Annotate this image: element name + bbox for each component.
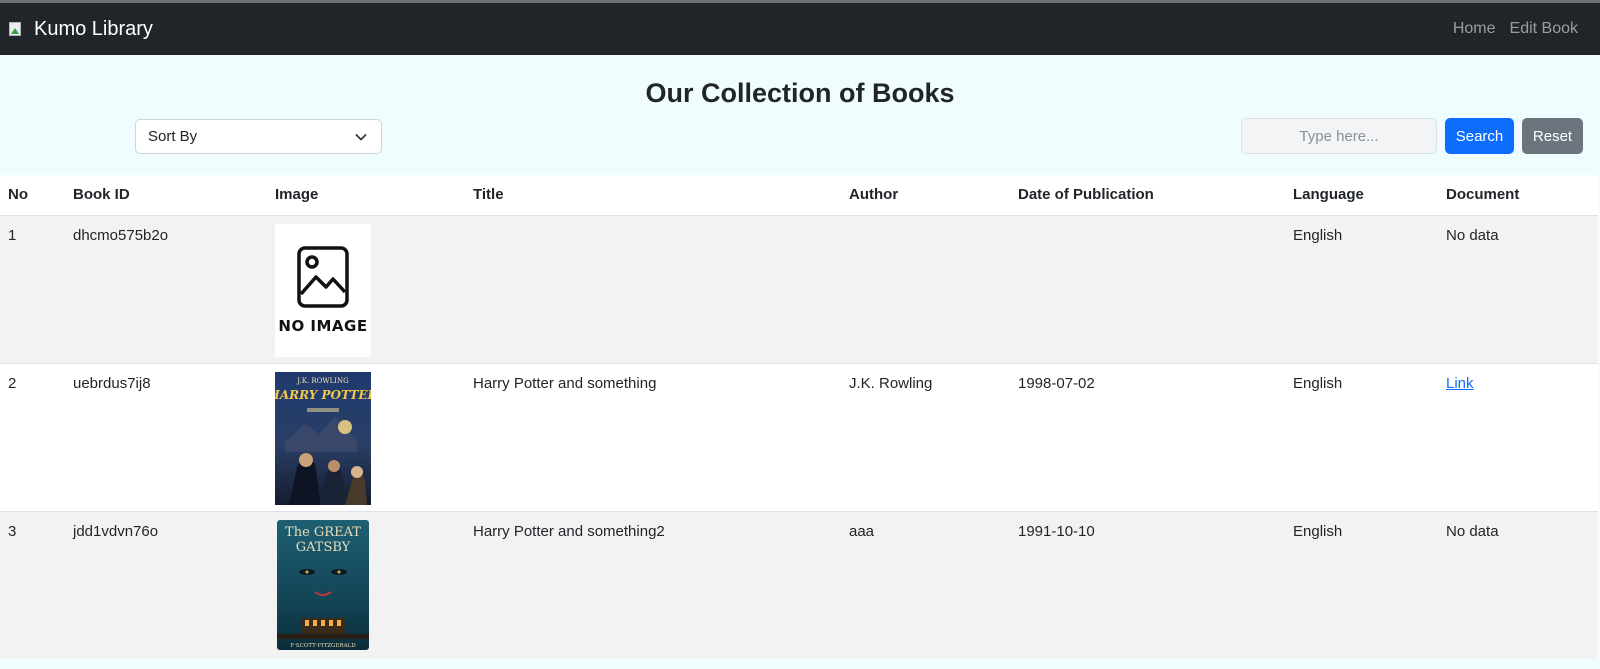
navbar: Kumo Library Home Edit Book [0,3,1600,55]
cell-document: No data [1446,226,1499,244]
header-language: Language [1293,186,1364,204]
cell-document: No data [1446,522,1499,540]
no-image-label: NO IMAGE [278,317,368,335]
cell-date: 1991-10-10 [1018,522,1095,540]
sort-by-label: Sort By [148,128,198,145]
books-table: No Book ID Image Title Author Date of Pu… [0,175,1598,659]
cell-image: J.K. ROWLING HARRY POTTER [267,363,465,511]
header-author: Author [849,186,899,204]
search-button[interactable]: Search [1445,118,1514,154]
chevron-down-icon [355,134,367,141]
header-book-id: Book ID [73,186,130,204]
cell-no: 3 [8,522,17,540]
cell-image: NO IMAGE [267,215,465,363]
broken-image-icon [8,21,24,37]
cover-author-text: J.K. ROWLING [296,377,349,385]
cell-no: 1 [8,226,17,244]
cover-title-line1: The GREAT [285,525,361,540]
page-title: Our Collection of Books [645,78,955,108]
cell-author: aaa [849,522,875,540]
image-placeholder-icon [297,246,349,308]
book-cover-great-gatsby: The GREAT GATSBY F·SCOTT·FITZGERALD [277,519,369,650]
cell-date [1010,215,1285,363]
nav-links: Home Edit Book [1453,20,1578,38]
cell-image: The GREAT GATSBY F·SCOTT·FITZGERALD [267,511,465,659]
book-cover-harry-potter: J.K. ROWLING HARRY POTTER [275,371,371,505]
table-header-row: No Book ID Image Title Author Date of Pu… [0,175,1598,215]
brand[interactable]: Kumo Library [8,18,153,41]
cell-document: Link [1438,363,1598,511]
cell-title: Harry Potter and something2 [473,522,665,540]
header-date: Date of Publication [1018,186,1154,204]
cell-title: Harry Potter and something [473,374,657,392]
header-no: No [8,186,28,204]
cell-author: J.K. Rowling [849,374,933,392]
cover-title-line2: GATSBY [296,540,351,555]
nav-link-edit-book[interactable]: Edit Book [1510,20,1578,38]
header-document: Document [1446,186,1520,204]
cover-title-text: HARRY POTTER [275,388,371,402]
cell-language: English [1293,522,1343,540]
cell-author [841,215,1010,363]
nav-link-home[interactable]: Home [1453,20,1496,38]
table-row: 1 dhcmo575b2o NO IMAGE English No data [0,215,1598,363]
sort-by-dropdown[interactable]: Sort By [135,119,382,154]
cell-book-id: jdd1vdvn76o [73,522,159,540]
cell-language: English [1293,226,1343,244]
reset-button[interactable]: Reset [1522,118,1583,154]
search-input[interactable] [1241,118,1437,154]
cell-language: English [1293,374,1343,392]
table-row: 2 uebrdus7ij8 J.K. ROWLING HARRY POTTER [0,363,1598,511]
cell-book-id: dhcmo575b2o [73,226,169,244]
cover-author-text: F·SCOTT·FITZGERALD [290,643,356,649]
brand-name[interactable]: Kumo Library [34,18,153,41]
cell-no: 2 [8,374,17,392]
cell-title [465,215,841,363]
cell-book-id: uebrdus7ij8 [73,374,151,392]
document-link[interactable]: Link [1446,375,1474,392]
header-title: Title [473,186,504,204]
header-image: Image [275,186,319,204]
no-image-placeholder: NO IMAGE [275,223,371,357]
cell-date: 1998-07-02 [1018,374,1095,392]
table-row: 3 jdd1vdvn76o The GREAT GATSBY F·SCOTT·F… [0,511,1598,659]
